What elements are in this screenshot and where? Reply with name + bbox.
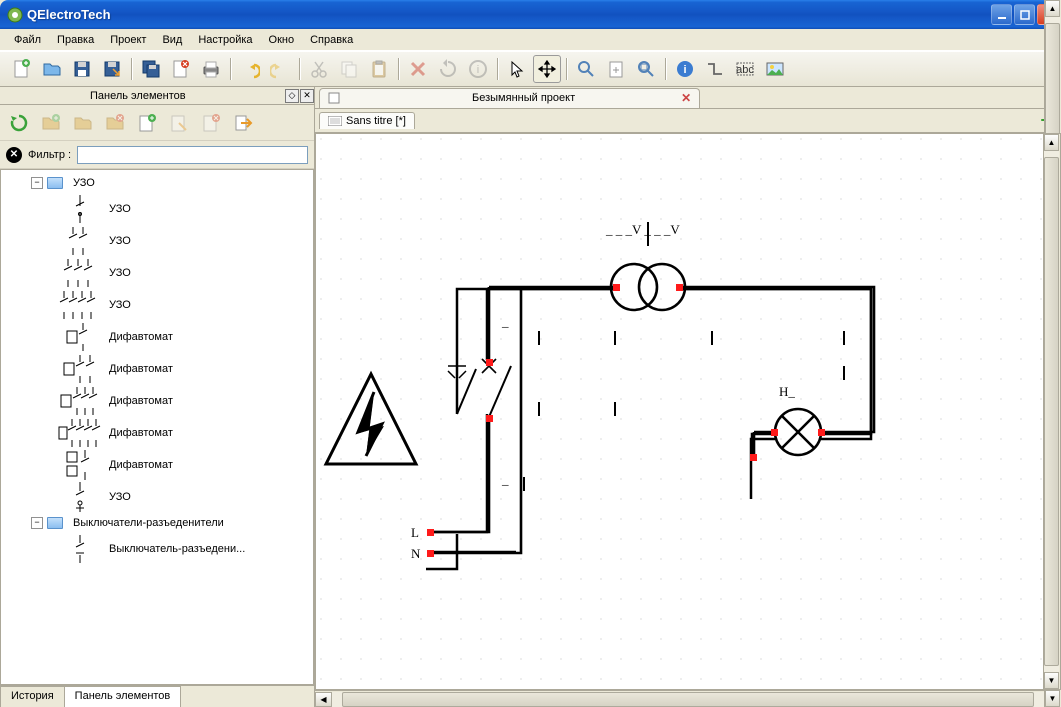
menubar: Файл Правка Проект Вид Настройка Окно Сп…: [0, 29, 1061, 51]
maximize-button[interactable]: [1014, 4, 1035, 25]
folder-icon: [47, 517, 63, 529]
menu-edit[interactable]: Правка: [49, 32, 102, 48]
project-icon: [328, 92, 340, 104]
menu-help[interactable]: Справка: [302, 32, 361, 48]
open-button[interactable]: [38, 55, 66, 83]
scroll-down-icon[interactable]: ▼: [1044, 672, 1059, 689]
page-settings-button[interactable]: [602, 55, 630, 83]
collapse-icon[interactable]: −: [31, 177, 43, 189]
filter-row: ✕ Фильтр :: [0, 141, 314, 169]
panel-titlebar: Панель элементов ◇ ✕: [0, 87, 314, 105]
tree-item[interactable]: Дифавтомат: [1, 353, 313, 385]
svg-text:i: i: [477, 64, 479, 76]
elements-panel: Панель элементов ◇ ✕ ✕ Фильтр : −: [0, 87, 315, 707]
menu-settings[interactable]: Настройка: [190, 32, 260, 48]
svg-text:i: i: [683, 64, 686, 76]
wire-button[interactable]: [701, 55, 729, 83]
panel-close-button[interactable]: ✕: [300, 89, 314, 103]
project-tab[interactable]: Безымянный проект ✕: [319, 88, 700, 108]
tree-folder-switches[interactable]: − Выключатели-разъеденители: [1, 513, 313, 533]
rotate-button[interactable]: [434, 55, 462, 83]
scroll-left-icon[interactable]: ◀: [315, 692, 332, 707]
filter-input[interactable]: [77, 146, 308, 164]
panel-newcat-button[interactable]: [36, 109, 66, 137]
close-file-button[interactable]: [167, 55, 195, 83]
info-button[interactable]: i: [671, 55, 699, 83]
canvas-hscrollbar[interactable]: ◀ ▶: [315, 690, 1061, 707]
panel-editcat-button[interactable]: [68, 109, 98, 137]
grid: [316, 134, 1060, 689]
print-button[interactable]: [197, 55, 225, 83]
elements-tree[interactable]: − УЗО УЗО УЗО УЗО УЗО Дифавтомат Дифавто…: [0, 169, 314, 685]
redo-button[interactable]: [266, 55, 294, 83]
tree-item[interactable]: УЗО: [1, 257, 313, 289]
project-close-icon[interactable]: ✕: [681, 91, 691, 105]
paste-button[interactable]: [365, 55, 393, 83]
tree-item[interactable]: УЗО: [1, 225, 313, 257]
panel-editelem-button[interactable]: [164, 109, 194, 137]
tree-item[interactable]: УЗО: [1, 289, 313, 321]
panel-reload-button[interactable]: [4, 109, 34, 137]
undo-button[interactable]: [236, 55, 264, 83]
save-as-button[interactable]: [98, 55, 126, 83]
side-tabs: История Панель элементов: [0, 685, 314, 707]
panel-toolbar: [0, 105, 314, 141]
filter-label: Фильтр :: [28, 149, 71, 161]
save-all-button[interactable]: [137, 55, 165, 83]
tree-item[interactable]: УЗО: [1, 193, 313, 225]
tree-item[interactable]: Дифавтомат: [1, 385, 313, 417]
panel-title: Панель элементов: [90, 90, 186, 102]
app-icon: [7, 7, 23, 23]
panel-undock-button[interactable]: ◇: [285, 89, 299, 103]
panel-import-button[interactable]: [228, 109, 258, 137]
menu-view[interactable]: Вид: [154, 32, 190, 48]
minimize-button[interactable]: [991, 4, 1012, 25]
folder-icon: [47, 177, 63, 189]
tree-item[interactable]: Дифавтомат: [1, 417, 313, 449]
sheet-icon: [328, 116, 342, 126]
delete-button[interactable]: [404, 55, 432, 83]
tree-item[interactable]: Дифавтомат: [1, 449, 313, 481]
menu-project[interactable]: Проект: [102, 32, 154, 48]
canvas[interactable]: _ _ _V _ _ _V H_ L N _ _ ▲: [315, 133, 1061, 690]
textbox-button[interactable]: abc: [731, 55, 759, 83]
move-tool-button[interactable]: [533, 55, 561, 83]
canvas-vscrollbar[interactable]: ▲ ▼: [1043, 134, 1060, 689]
tab-elements[interactable]: Панель элементов: [64, 686, 182, 707]
image-button[interactable]: [761, 55, 789, 83]
collapse-icon[interactable]: −: [31, 517, 43, 529]
panel-newelem-button[interactable]: [132, 109, 162, 137]
save-button[interactable]: [68, 55, 96, 83]
window-title: QElectroTech: [27, 7, 111, 22]
tab-history[interactable]: История: [0, 686, 65, 707]
main-area: Безымянный проект ✕ Sans titre [*] +: [315, 87, 1061, 707]
project-tab-label: Безымянный проект: [472, 92, 575, 104]
sheet-tabbar: Sans titre [*] +: [315, 109, 1061, 133]
select-tool-button[interactable]: [503, 55, 531, 83]
sheet-tab-label: Sans titre [*]: [346, 115, 406, 127]
scroll-up-icon[interactable]: ▲: [1044, 134, 1059, 151]
titlebar: QElectroTech: [0, 0, 1061, 29]
panel-delelem-button[interactable]: [196, 109, 226, 137]
fit-zoom-button[interactable]: [632, 55, 660, 83]
main-toolbar: i i abc: [0, 51, 1061, 87]
new-button[interactable]: [8, 55, 36, 83]
menu-window[interactable]: Окно: [261, 32, 303, 48]
tree-item[interactable]: Дифавтомат: [1, 321, 313, 353]
tree-folder-uzo[interactable]: − УЗО: [1, 173, 313, 193]
menu-file[interactable]: Файл: [6, 32, 49, 48]
svg-text:abc: abc: [736, 64, 754, 76]
tree-item[interactable]: Выключатель-разъедени...: [1, 533, 313, 565]
project-tabbar: Безымянный проект ✕: [315, 87, 1061, 109]
zoom-button[interactable]: [572, 55, 600, 83]
panel-delcat-button[interactable]: [100, 109, 130, 137]
clear-filter-icon[interactable]: ✕: [6, 147, 22, 163]
info-round-button[interactable]: i: [464, 55, 492, 83]
copy-button[interactable]: [335, 55, 363, 83]
tree-item[interactable]: УЗО: [1, 481, 313, 513]
sheet-tab[interactable]: Sans titre [*]: [319, 112, 415, 129]
cut-button[interactable]: [305, 55, 333, 83]
